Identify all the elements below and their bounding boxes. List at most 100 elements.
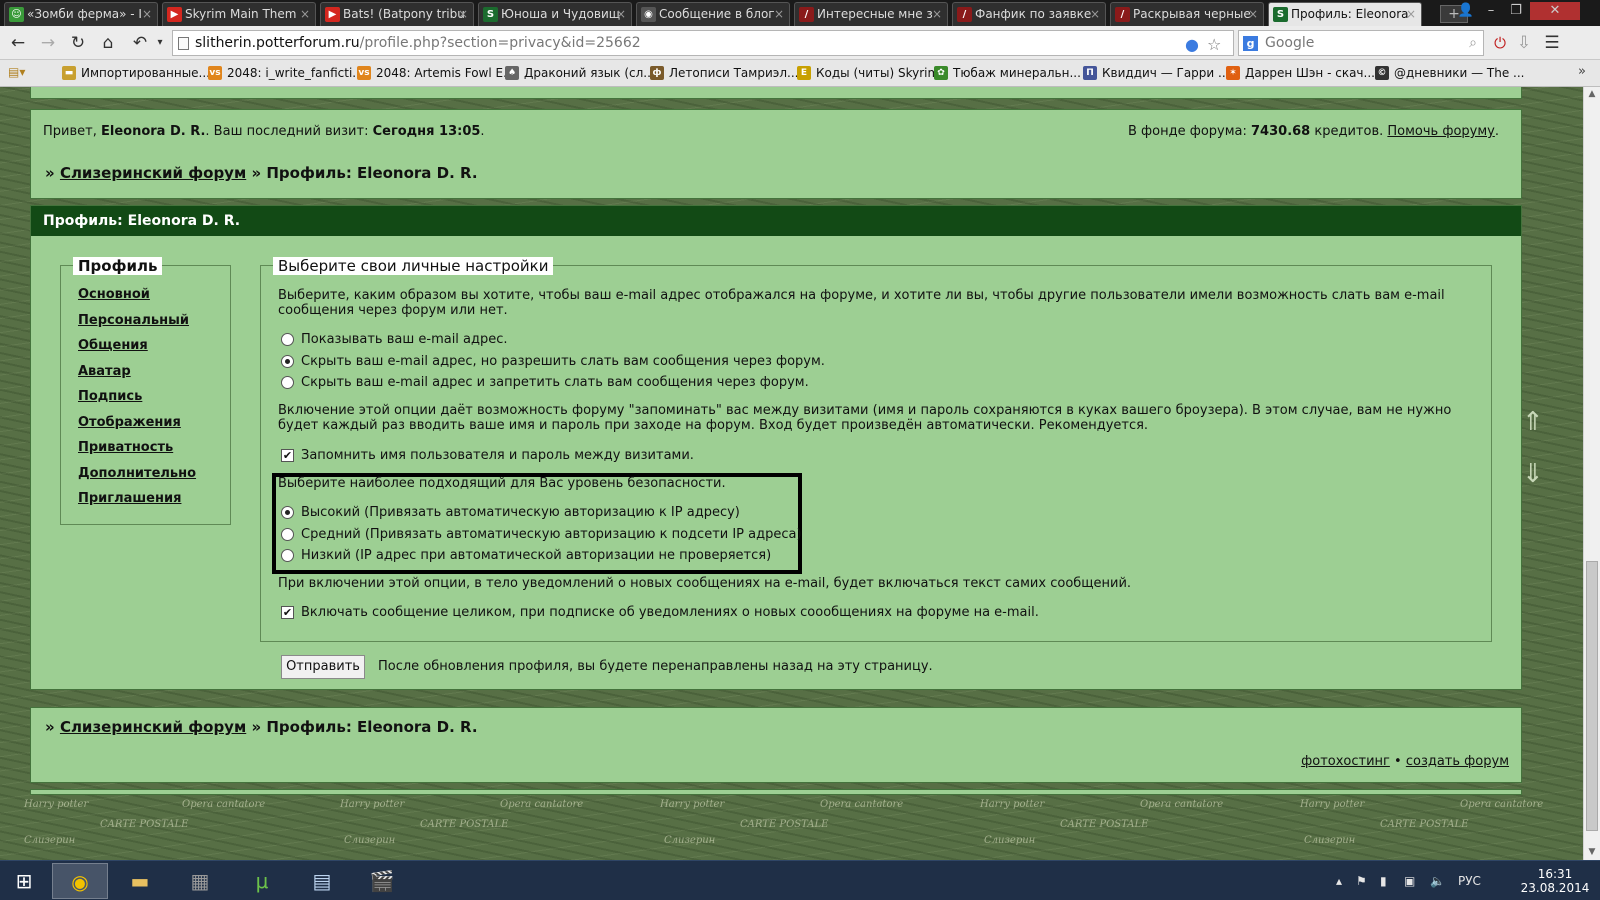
- email-visibility-radio[interactable]: [281, 376, 294, 389]
- browser-tab[interactable]: S Профиль: Eleonora ×: [1268, 2, 1422, 26]
- scrollbar-thumb[interactable]: [1586, 561, 1598, 831]
- reload-icon[interactable]: ↻: [66, 32, 90, 54]
- calculator-taskbar-icon[interactable]: ▤: [294, 863, 350, 899]
- bookmark-item[interactable]: E Коды (читы) Skyrim: [797, 65, 939, 81]
- undo-dropdown-icon[interactable]: ▾: [148, 32, 172, 54]
- remember-me-option[interactable]: ✔ Запомнить имя пользователя и пароль ме…: [281, 448, 694, 464]
- address-bar[interactable]: slitherin.potterforum.ru/profile.php?sec…: [172, 30, 1234, 56]
- taskbar-clock[interactable]: 16:31 23.08.2014: [1520, 867, 1590, 895]
- bookmark-item[interactable]: vs 2048: Artemis Fowl E...: [357, 65, 515, 81]
- help-forum-link[interactable]: Помочь форуму: [1387, 124, 1494, 139]
- tab-close-icon[interactable]: ×: [1090, 3, 1100, 25]
- bookmark-item[interactable]: ▬ Импортированные...: [62, 65, 210, 81]
- windows-start-icon[interactable]: ⊞: [0, 863, 48, 899]
- download-icon[interactable]: ⇩: [1512, 32, 1536, 54]
- footer-breadcrumb-forum-link[interactable]: Слизеринский форум: [60, 718, 246, 736]
- sidebar-link[interactable]: Дополнительно: [78, 466, 196, 481]
- back-icon[interactable]: ←: [6, 32, 30, 54]
- sidebar-link[interactable]: Отображения: [78, 415, 181, 430]
- bookmark-item[interactable]: ✿ Тюбаж минеральн...: [934, 65, 1081, 81]
- security-level-option[interactable]: Средний (Привязать автоматическую автори…: [281, 527, 802, 543]
- close-window-icon[interactable]: ✕: [1530, 2, 1580, 20]
- security-level-radio[interactable]: [281, 506, 294, 519]
- tab-close-icon[interactable]: ×: [774, 3, 784, 25]
- minimize-icon[interactable]: –: [1480, 2, 1502, 20]
- flag-tray-icon[interactable]: ⚑: [1356, 861, 1367, 900]
- minecraft-taskbar-icon[interactable]: ▦: [172, 863, 228, 899]
- bookmark-item[interactable]: ♠ Драконий язык (сл...: [505, 65, 655, 81]
- email-visibility-option[interactable]: Показывать ваш e-mail адрес.: [281, 332, 508, 348]
- page-scrollbar[interactable]: ▲ ▼: [1583, 87, 1600, 860]
- scrollbar-up-icon[interactable]: ▲: [1587, 89, 1597, 99]
- photohosting-link[interactable]: фотохостинг: [1301, 754, 1390, 769]
- tab-close-icon[interactable]: ×: [458, 3, 468, 25]
- security-level-radio[interactable]: [281, 549, 294, 562]
- submit-button[interactable]: Отправить: [281, 655, 365, 679]
- security-level-option[interactable]: Высокий (Привязать автоматическую автори…: [281, 505, 740, 521]
- browser-tab[interactable]: ☺ «Зомби ферма» - I ×: [4, 2, 158, 26]
- tab-close-icon[interactable]: ×: [142, 3, 152, 25]
- bookmark-item[interactable]: ф Летописи Тамриэл...: [650, 65, 798, 81]
- email-visibility-option[interactable]: Скрыть ваш e-mail адрес, но разрешить сл…: [281, 354, 825, 370]
- sidebar-link[interactable]: Общения: [78, 338, 148, 353]
- bookmark-item[interactable]: vs 2048: i_write_fanficti...: [208, 65, 364, 81]
- security-level-radio[interactable]: [281, 527, 294, 541]
- browser-tab[interactable]: ▶ Skyrim Main Them ×: [162, 2, 316, 26]
- security-level-option[interactable]: Низкий (IP адрес при автоматической авто…: [281, 548, 771, 564]
- scroll-down-arrow-icon[interactable]: ⇓: [1522, 459, 1544, 489]
- search-input[interactable]: g Google ⌕: [1238, 30, 1484, 56]
- home-icon[interactable]: ⌂: [96, 32, 120, 54]
- more-bookmarks-icon[interactable]: »: [1578, 64, 1586, 79]
- search-icon[interactable]: ⌕: [1469, 31, 1477, 55]
- bookmark-item[interactable]: ✶ Даррен Шэн - скач...: [1226, 65, 1375, 81]
- battery-tray-icon[interactable]: ▮: [1380, 861, 1387, 900]
- scrollbar-down-icon[interactable]: ▼: [1587, 847, 1597, 857]
- browser-tab[interactable]: / Фанфик по заявке ×: [952, 2, 1106, 26]
- browser-tab[interactable]: / Интересные мне з ×: [794, 2, 948, 26]
- tab-close-icon[interactable]: ×: [1406, 3, 1416, 25]
- sidebar-link[interactable]: Приватность: [78, 440, 173, 455]
- sidebar-link[interactable]: Приглашения: [78, 491, 181, 506]
- bookmark-item[interactable]: © @дневники — The ...: [1375, 65, 1525, 81]
- sidebar-link[interactable]: Персональный: [78, 313, 189, 328]
- browser-tab[interactable]: / Раскрывая черные ×: [1110, 2, 1264, 26]
- maximize-icon[interactable]: ❐: [1505, 2, 1527, 20]
- bookmark-item[interactable]: Π Квиддич — Гарри ...: [1083, 65, 1229, 81]
- language-indicator[interactable]: РУС: [1458, 861, 1481, 900]
- extension-icon[interactable]: ●: [1185, 33, 1199, 57]
- utorrent-taskbar-icon[interactable]: μ: [234, 863, 290, 899]
- browser-tab[interactable]: ▶ Bats! (Batpony tribu ×: [320, 2, 474, 26]
- tab-close-icon[interactable]: ×: [1248, 3, 1258, 25]
- volume-tray-icon[interactable]: 🔈: [1430, 861, 1445, 900]
- breadcrumb-forum-link[interactable]: Слизеринский форум: [60, 164, 246, 182]
- tab-close-icon[interactable]: ×: [300, 3, 310, 25]
- forward-icon[interactable]: →: [36, 32, 60, 54]
- media-player-taskbar-icon[interactable]: 🎬: [354, 863, 410, 899]
- user-icon[interactable]: 👤: [1455, 2, 1477, 20]
- adblock-icon[interactable]: ⏻: [1488, 32, 1512, 54]
- tab-close-icon[interactable]: ×: [932, 3, 942, 25]
- apps-folder-icon[interactable]: ▤▾: [8, 65, 30, 80]
- browser-tab[interactable]: ◉ Сообщение в блог ×: [636, 2, 790, 26]
- chrome-taskbar-icon[interactable]: ◉: [52, 863, 108, 899]
- explorer-taskbar-icon[interactable]: ▬: [112, 863, 168, 899]
- menu-icon[interactable]: ☰: [1540, 32, 1564, 54]
- tab-close-icon[interactable]: ×: [616, 3, 626, 25]
- notify-full-option[interactable]: ✔ Включать сообщение целиком, при подпис…: [281, 605, 1039, 621]
- sidebar-link[interactable]: Основной: [78, 287, 150, 302]
- email-visibility-option[interactable]: Скрыть ваш e-mail адрес и запретить слат…: [281, 375, 809, 391]
- browser-tab[interactable]: S Юноша и Чудовищ ×: [478, 2, 632, 26]
- sidebar-link[interactable]: Аватар: [78, 364, 131, 379]
- ficbook-icon: /: [1115, 7, 1130, 22]
- email-visibility-radio[interactable]: [281, 354, 294, 368]
- network-tray-icon[interactable]: ▣: [1404, 861, 1415, 900]
- security-level-label: Средний (Привязать автоматическую автори…: [301, 526, 802, 542]
- tray-expand-icon[interactable]: ▴: [1336, 861, 1342, 900]
- scroll-up-arrow-icon[interactable]: ⇑: [1522, 407, 1544, 437]
- bookmark-star-icon[interactable]: ☆: [1207, 33, 1221, 57]
- notify-full-checkbox[interactable]: ✔: [281, 606, 294, 619]
- email-visibility-radio[interactable]: [281, 333, 294, 346]
- remember-me-checkbox[interactable]: ✔: [281, 449, 294, 462]
- sidebar-link[interactable]: Подпись: [78, 389, 142, 404]
- create-forum-link[interactable]: создать форум: [1406, 754, 1509, 769]
